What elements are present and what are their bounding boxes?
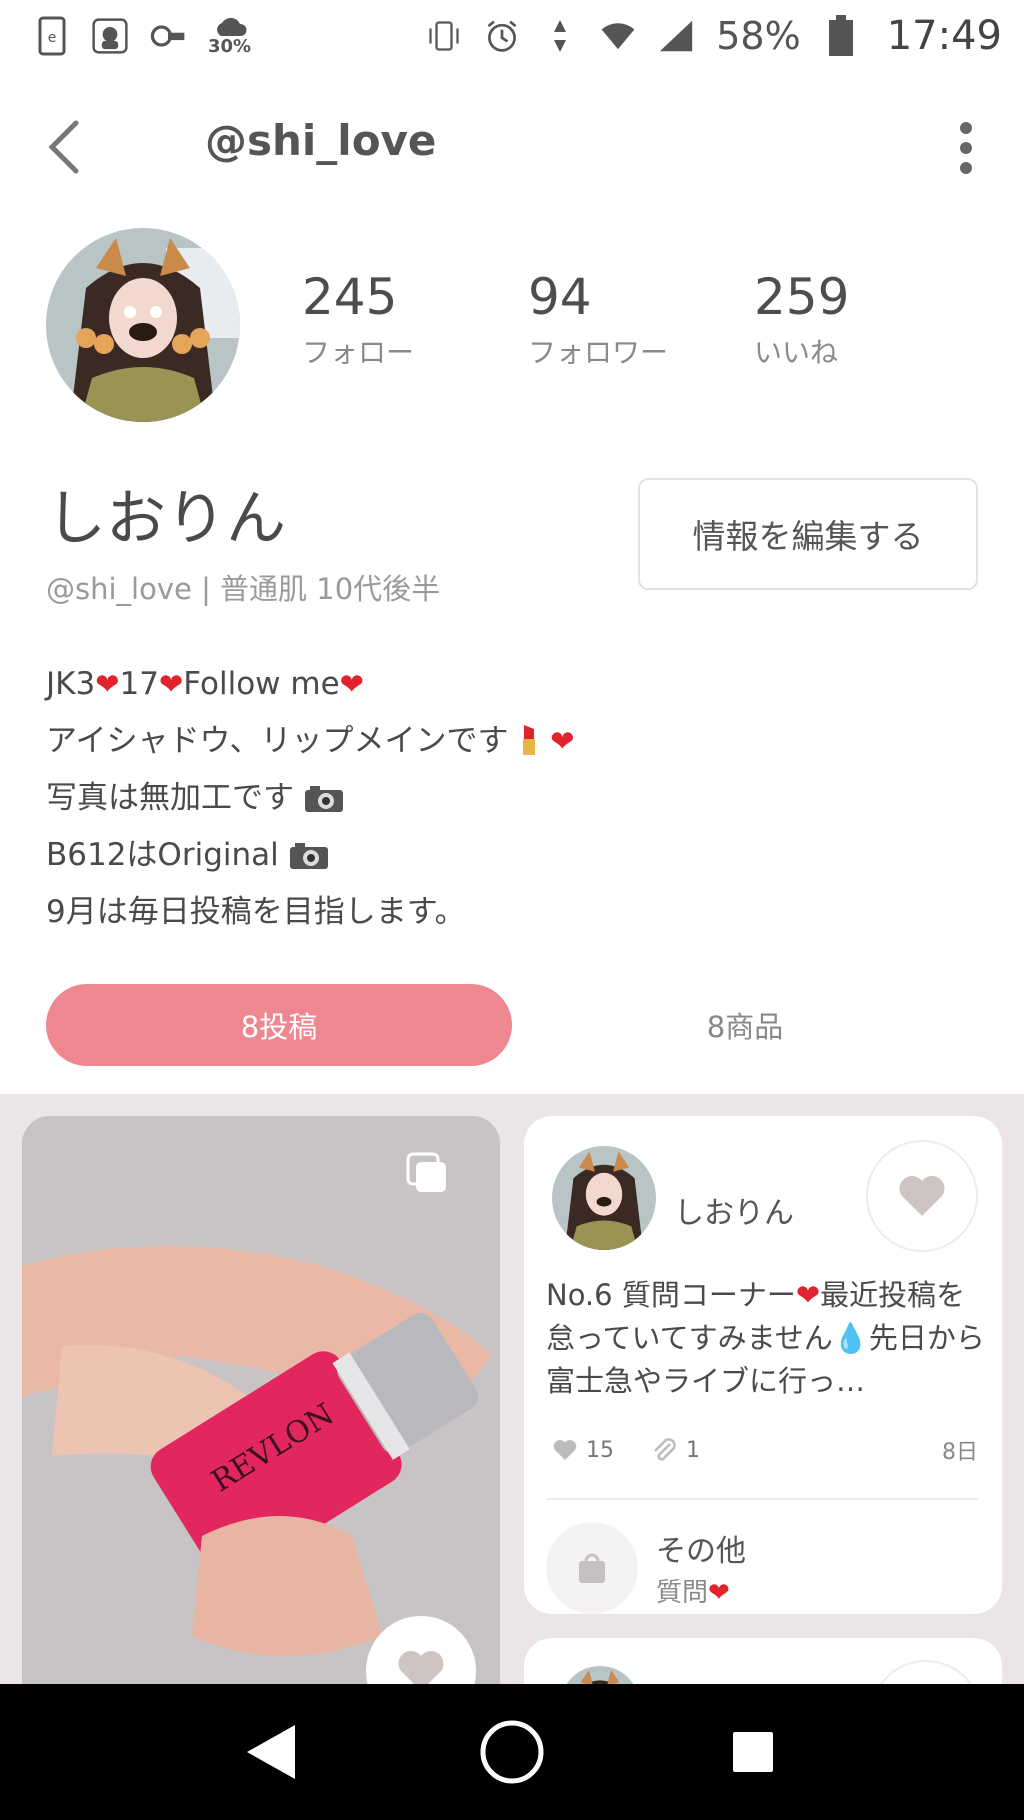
- droplet-emoji-icon: 💧: [832, 1321, 869, 1355]
- back-triangle-icon: [246, 1725, 295, 1779]
- profile-avatar[interactable]: [46, 228, 240, 422]
- signal-icon: [658, 16, 694, 56]
- likes-label: いいね: [754, 336, 839, 369]
- followers-stat[interactable]: 94 フォロワー: [528, 270, 754, 371]
- clip-count-value: 1: [686, 1437, 700, 1463]
- weather-indicator: 30%: [208, 16, 251, 56]
- weather-value: 30%: [208, 36, 252, 57]
- post-age: 8日: [942, 1440, 978, 1465]
- bio-text: 17: [119, 666, 159, 702]
- vpn-key-icon: [150, 16, 186, 56]
- system-navigation-bar: [0, 1684, 1024, 1820]
- following-stat[interactable]: 245 フォロー: [302, 270, 528, 371]
- following-label: フォロー: [302, 336, 415, 369]
- battery-percent: 58%: [716, 14, 801, 58]
- bio-line-1: JK3❤17❤Follow me❤: [46, 656, 946, 713]
- recents-square-icon: [733, 1732, 774, 1772]
- screenshot-icon: e: [34, 16, 70, 56]
- alarm-icon: [484, 16, 520, 56]
- heart-emoji-icon: ❤: [708, 1578, 730, 1608]
- category-badge[interactable]: [546, 1522, 638, 1614]
- post-text: No.6 質問コーナー: [546, 1278, 796, 1312]
- handle-and-skin-type: @shi_love | 普通肌 10代後半: [46, 572, 441, 606]
- tab-products[interactable]: 8商品: [512, 984, 978, 1066]
- post-thumbnail[interactable]: REVLON: [22, 1116, 500, 1684]
- status-bar-left: e 30%: [34, 16, 251, 56]
- post-like-button[interactable]: [866, 1140, 978, 1252]
- vibrate-icon: [426, 16, 462, 56]
- heart-emoji-icon: ❤: [158, 667, 184, 701]
- bio-text: 写真は無加工です: [46, 780, 294, 816]
- heart-icon: [899, 1176, 945, 1216]
- profile-stats: 245 フォロー 94 フォロワー 259 いいね: [302, 270, 980, 371]
- likes-count: 259: [754, 268, 850, 326]
- followers-label: フォロワー: [528, 336, 669, 369]
- camera-emoji-icon: [289, 843, 328, 869]
- data-arrows-icon: [542, 16, 578, 56]
- battery-icon: [823, 15, 859, 56]
- display-name: しおりん: [46, 484, 286, 554]
- likes-stat[interactable]: 259 いいね: [754, 270, 980, 371]
- avatar[interactable]: [560, 1666, 640, 1684]
- followers-count: 94: [528, 268, 592, 326]
- post-author-name: しおりん: [674, 1196, 794, 1231]
- shopping-bag-icon: [579, 1553, 605, 1583]
- more-vertical-icon: [960, 122, 972, 134]
- category-name: その他: [656, 1534, 746, 1569]
- home-circle-icon: [480, 1720, 544, 1784]
- heart-emoji-icon: ❤: [95, 667, 120, 701]
- profile-tabs: 8投稿 8商品: [46, 984, 978, 1066]
- status-bar-right: 58% 17:49: [426, 13, 1002, 59]
- chevron-left-icon: [48, 120, 79, 174]
- like-count: 15: [552, 1438, 614, 1463]
- back-button[interactable]: [38, 116, 88, 178]
- bio-line-3: 写真は無加工です: [46, 770, 946, 827]
- bio-text: Follow me: [183, 666, 340, 702]
- post-card[interactable]: しおりん No.6 質問コーナー❤最近投稿を怠っていてすみません💧先日から富士急…: [524, 1116, 1002, 1614]
- like-count-value: 15: [586, 1437, 614, 1463]
- post-like-button[interactable]: [870, 1660, 982, 1684]
- cloud-icon: [216, 17, 247, 36]
- multiple-images-icon: [406, 1152, 446, 1192]
- category-subtitle: 質問❤: [656, 1572, 730, 1609]
- paperclip-icon: [654, 1438, 676, 1461]
- post-photo: REVLON: [22, 1116, 500, 1684]
- page-title: @shi_love: [205, 116, 437, 165]
- heart-icon: [398, 1651, 444, 1684]
- category-subtitle-text: 質問: [656, 1578, 709, 1608]
- lipstick-emoji-icon: [523, 725, 536, 755]
- posts-grid: REVLON しおりん No.6 質問コーナー❤最近投稿を怠っていてすみません💧…: [0, 1094, 1024, 1684]
- top-app-bar: @shi_love: [0, 92, 1024, 202]
- status-bar: e 30% 58% 17:49: [0, 0, 1024, 72]
- app-notification-icon: [92, 16, 128, 56]
- nav-back-button[interactable]: [226, 1707, 316, 1797]
- heart-emoji-icon: ❤: [795, 1278, 821, 1312]
- clock: 17:49: [886, 13, 1002, 59]
- heart-emoji-icon: ❤: [339, 667, 364, 701]
- clip-count: 1: [650, 1436, 700, 1464]
- post-card[interactable]: [524, 1638, 1002, 1684]
- divider: [546, 1498, 978, 1500]
- more-options-button[interactable]: [944, 116, 988, 180]
- nav-home-button[interactable]: [467, 1707, 557, 1797]
- bio-line-5: 9月は毎日投稿を目指します。: [46, 894, 466, 930]
- avatar[interactable]: [552, 1146, 656, 1250]
- tab-posts[interactable]: 8投稿: [46, 984, 512, 1066]
- bio-line-4: B612はOriginal: [46, 827, 946, 884]
- post-excerpt: No.6 質問コーナー❤最近投稿を怠っていてすみません💧先日から富士急やライブに…: [546, 1274, 986, 1403]
- edit-profile-button[interactable]: 情報を編集する: [638, 478, 978, 590]
- following-count: 245: [302, 268, 398, 326]
- bio-text: B612はOriginal: [46, 837, 279, 873]
- camera-emoji-icon: [304, 786, 343, 812]
- profile-bio: JK3❤17❤Follow me❤ アイシャドウ、リップメインです ❤ 写真は無…: [46, 656, 946, 941]
- svg-text:e: e: [48, 30, 57, 46]
- nav-recents-button[interactable]: [708, 1707, 798, 1797]
- heart-emoji-icon: ❤: [550, 724, 575, 758]
- post-meta: 15 1 8日: [552, 1434, 978, 1466]
- wifi-icon: [600, 16, 636, 56]
- bio-line-2: アイシャドウ、リップメインです ❤: [46, 713, 946, 770]
- bio-text: アイシャドウ、リップメインです: [46, 723, 509, 759]
- bio-text: JK3: [46, 666, 96, 702]
- heart-icon: [553, 1440, 577, 1460]
